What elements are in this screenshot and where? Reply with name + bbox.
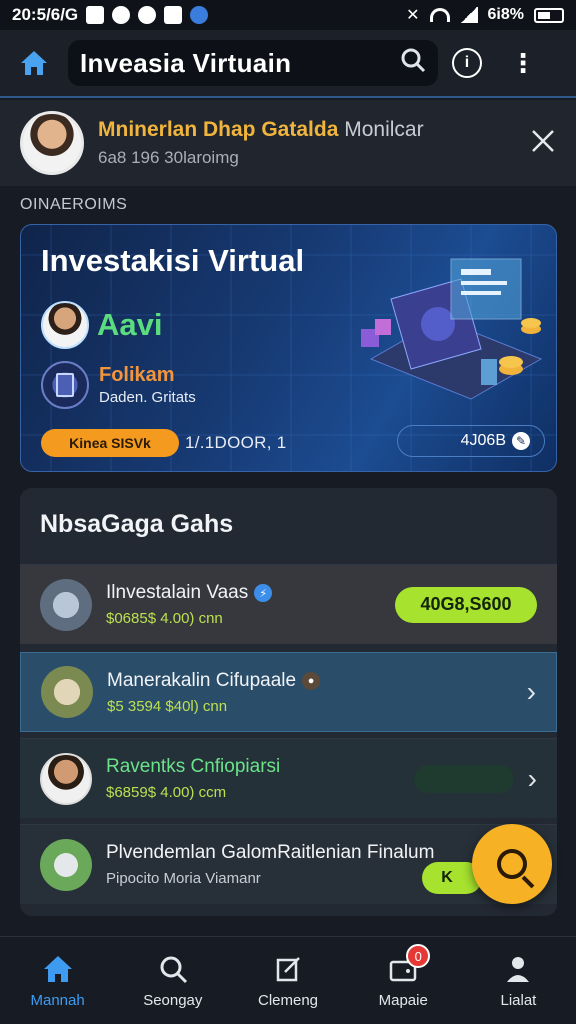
- hero-value-field[interactable]: 4J06B ✎: [397, 425, 545, 457]
- search-icon: [156, 952, 190, 986]
- nav-search[interactable]: Seongay: [115, 937, 230, 1024]
- notification-badge: 0: [406, 944, 431, 968]
- close-icon[interactable]: [530, 124, 556, 163]
- edit-icon: [271, 952, 305, 986]
- person-avatar: [40, 752, 92, 805]
- search-fab[interactable]: [472, 824, 552, 904]
- item-title: Raventks Cnfiopiarsi: [106, 756, 281, 777]
- info-button[interactable]: i: [452, 48, 482, 78]
- home-icon: [41, 952, 75, 986]
- item-subtitle: $6859$ 4.00) ccm: [106, 784, 227, 801]
- notice-rest: Monilcar: [344, 118, 424, 141]
- nav-wallet[interactable]: 0 Mapaie: [346, 937, 461, 1024]
- app-bar: Inveasia Virtuain i ⋮: [0, 30, 576, 98]
- search-bar[interactable]: Inveasia Virtuain: [68, 40, 438, 86]
- wallet-icon: 0: [386, 944, 431, 986]
- nav-label: Mannah: [30, 992, 85, 1009]
- cash-icon: [41, 666, 93, 718]
- panel-title: NbsaGaga Gahs: [40, 510, 234, 538]
- hero-title: Investakisi Virtual: [41, 243, 305, 278]
- item-title: Ilnvestalain Vaas: [106, 582, 249, 603]
- app-title: Inveasia Virtuain: [80, 47, 292, 78]
- nav-label: Mapaie: [378, 992, 428, 1009]
- notice-subtitle: 6a8 196 30laroimg: [98, 148, 239, 167]
- hero-card[interactable]: Investakisi Virtual Aavi Folikam Daden. …: [20, 224, 557, 472]
- search-icon[interactable]: [400, 47, 426, 80]
- verified-icon: ⚡: [254, 584, 273, 602]
- nav-profile[interactable]: Lialat: [461, 937, 576, 1024]
- item-subtitle: Pipocito Moria Viamanr: [106, 870, 261, 887]
- hero-action-button[interactable]: Kinea SISVk: [41, 429, 179, 457]
- message-icon: [138, 6, 157, 24]
- more-options-icon[interactable]: ⋮: [510, 50, 536, 76]
- user-avatar: [41, 301, 89, 349]
- notification-banner[interactable]: Mninerlan Dhap Gatalda Monilcar 6a8 196 …: [0, 100, 576, 186]
- notice-highlight: Mninerlan Dhap Gatalda: [98, 118, 339, 141]
- avatar: [20, 111, 84, 175]
- search-icon: [497, 849, 527, 879]
- calculator-icon: [40, 578, 92, 631]
- progress-pill: [413, 764, 514, 793]
- nav-home[interactable]: Mannah: [0, 937, 115, 1024]
- item-subtitle: $5 3594 $40l) cnn: [107, 697, 228, 715]
- chevron-right-icon[interactable]: ›: [527, 676, 536, 708]
- phone-money-icon: [40, 838, 92, 891]
- nav-label: Lialat: [500, 992, 537, 1009]
- app-name: Folikam: [99, 364, 175, 386]
- notification-icon: [86, 6, 105, 24]
- profile-icon: [501, 952, 535, 986]
- item-value-button[interactable]: 40G8,S600: [395, 586, 537, 623]
- avatar-badge-icon: ●: [302, 671, 321, 690]
- wifi-icon: [429, 8, 450, 22]
- calendar-icon: [164, 6, 183, 24]
- home-icon[interactable]: [14, 43, 54, 83]
- info-icon: i: [464, 54, 470, 71]
- battery-icon: [534, 7, 564, 23]
- list-item[interactable]: Ilnvestalain Vaas ⚡ $0685$ 4.00) cnn 40G8…: [20, 564, 557, 644]
- battery-percent: 6i8%: [487, 6, 524, 23]
- edit-icon[interactable]: ✎: [512, 432, 530, 450]
- hero-value: 4J06B: [460, 432, 506, 449]
- nav-label: Clemeng: [257, 992, 319, 1009]
- list-item[interactable]: Raventks Cnfiopiarsi $6859$ 4.00) ccm ›: [20, 738, 557, 818]
- item-subtitle: $0685$ 4.00) cnn: [106, 610, 223, 627]
- user-name: Aavi: [97, 307, 163, 342]
- chevron-right-icon[interactable]: ›: [528, 763, 537, 795]
- section-label: OINAEROIMS: [20, 196, 128, 213]
- nav-edit[interactable]: Clemeng: [230, 937, 345, 1024]
- item-title: Manerakalin Cifupaale: [107, 669, 297, 691]
- laptop-illustration: [361, 258, 543, 400]
- app-notification-icon: [112, 6, 131, 24]
- mute-icon: ✕: [406, 7, 420, 24]
- signal-icon: [459, 7, 478, 23]
- app-icon: [41, 361, 89, 409]
- list-item[interactable]: Manerakalin Cifupaale ● $5 3594 $40l) cnn…: [20, 652, 557, 732]
- item-title: Plvendemlan GalomRaitlenian Finalum: [106, 842, 435, 863]
- app-subtitle: Daden. Gritats: [99, 389, 196, 406]
- info-notification-icon: [190, 6, 209, 24]
- bottom-navigation: Mannah Seongay Clemeng 0 Mapaie Lialat: [0, 936, 576, 1024]
- nav-label: Seongay: [143, 992, 203, 1009]
- hero-mid-text: 1/.1DOOR, 1: [185, 433, 287, 452]
- status-time: 20:5/6/G: [12, 5, 79, 24]
- status-bar: 20:5/6/G ✕ 6i8%: [0, 0, 576, 30]
